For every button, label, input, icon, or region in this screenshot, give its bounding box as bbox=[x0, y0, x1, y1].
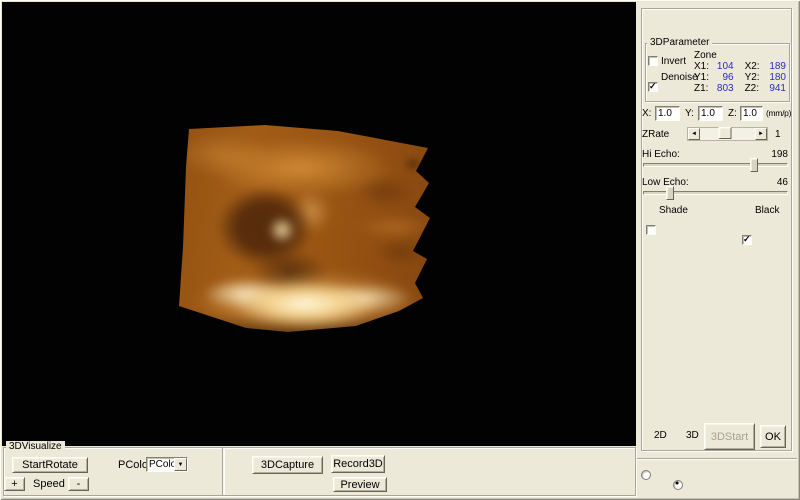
mode-2d-label: 2D bbox=[654, 430, 667, 441]
render-viewport[interactable] bbox=[2, 2, 636, 446]
z-scale-label: Z: bbox=[728, 108, 737, 119]
denoise-checkmark: ✓ bbox=[649, 81, 657, 91]
x-scale-label: X: bbox=[642, 108, 651, 119]
hi-echo-slider-thumb[interactable] bbox=[750, 158, 758, 172]
low-echo-slider[interactable] bbox=[643, 191, 788, 195]
scroll-right-icon: ► bbox=[758, 131, 764, 137]
preview-button[interactable]: Preview bbox=[333, 477, 387, 492]
panel-bottom-divider bbox=[637, 458, 797, 460]
zone-row-y: Y1:96Y2:180 bbox=[694, 72, 786, 83]
denoise-label: Denoise bbox=[661, 72, 698, 83]
chevron-down-icon: ▼ bbox=[178, 462, 184, 468]
parameter-group-title: 3DParameter bbox=[647, 37, 712, 48]
mode-2d-radio[interactable] bbox=[641, 470, 651, 480]
start-rotate-button[interactable]: StartRotate bbox=[12, 457, 88, 473]
zone-row-z: Z1:803Z2:941 bbox=[694, 83, 786, 94]
zrate-scroll-track[interactable] bbox=[700, 128, 755, 140]
zone-row-x: X1:104X2:189 bbox=[694, 61, 786, 72]
3dcapture-button[interactable]: 3DCapture bbox=[252, 456, 323, 474]
mode-3d-radio[interactable]: ● bbox=[673, 480, 683, 490]
zrate-scroll-right-button[interactable]: ► bbox=[755, 128, 767, 140]
x-scale-input[interactable] bbox=[655, 106, 680, 121]
low-echo-slider-thumb[interactable] bbox=[666, 186, 674, 200]
hi-echo-label: Hi Echo: bbox=[642, 149, 680, 160]
zrate-value: 1 bbox=[775, 129, 781, 140]
mode-3d-label: 3D bbox=[686, 430, 699, 441]
black-checkmark: ✓ bbox=[743, 234, 751, 244]
3dstart-button[interactable]: 3DStart bbox=[704, 423, 755, 450]
y-scale-label: Y: bbox=[685, 108, 694, 119]
zrate-scroll-left-button[interactable]: ◄ bbox=[688, 128, 700, 140]
low-echo-value: 46 bbox=[758, 177, 788, 188]
shade-checkbox[interactable] bbox=[646, 225, 656, 235]
y-scale-input[interactable] bbox=[698, 106, 723, 121]
black-checkbox[interactable]: ✓ bbox=[742, 235, 752, 245]
application-window: 3DParameter Invert ✓ Denoise Zone X1:104… bbox=[0, 0, 800, 500]
zrate-scroll-thumb[interactable] bbox=[718, 127, 731, 139]
black-label: Black bbox=[755, 205, 779, 216]
ok-button[interactable]: OK bbox=[760, 425, 786, 448]
denoise-checkbox[interactable]: ✓ bbox=[648, 82, 658, 92]
scale-unit-label: (mm/p) bbox=[766, 108, 791, 118]
pcolor-dropdown-button[interactable]: ▼ bbox=[174, 458, 187, 471]
invert-label: Invert bbox=[661, 56, 686, 67]
z-scale-input[interactable] bbox=[740, 106, 763, 121]
speed-plus-button[interactable]: + bbox=[4, 477, 25, 491]
scroll-left-icon: ◄ bbox=[691, 131, 697, 137]
zone-readout: Zone X1:104X2:189 Y1:96Y2:180 Z1:803Z2:9… bbox=[694, 50, 786, 94]
visualize-group-title: 3DVisualize bbox=[6, 441, 65, 452]
hi-echo-value: 198 bbox=[758, 149, 788, 160]
mode-3d-dot: ● bbox=[675, 479, 679, 489]
shade-label: Shade bbox=[659, 205, 688, 216]
speed-label: Speed bbox=[33, 478, 65, 490]
zone-title: Zone bbox=[694, 50, 786, 61]
ultrasound-texture bbox=[156, 98, 456, 354]
invert-checkbox[interactable] bbox=[648, 56, 658, 66]
hi-echo-slider[interactable] bbox=[643, 163, 788, 167]
record3d-button[interactable]: Record3D bbox=[331, 455, 385, 473]
pcolor-dropdown-value: PColor bbox=[147, 458, 174, 471]
speed-minus-button[interactable]: - bbox=[68, 477, 89, 491]
zrate-scrollbar[interactable]: ◄ ► bbox=[687, 127, 768, 141]
zrate-label: ZRate bbox=[642, 129, 669, 140]
pcolor-dropdown[interactable]: PColor ▼ bbox=[146, 457, 188, 472]
ultrasound-volume-render bbox=[170, 112, 442, 340]
